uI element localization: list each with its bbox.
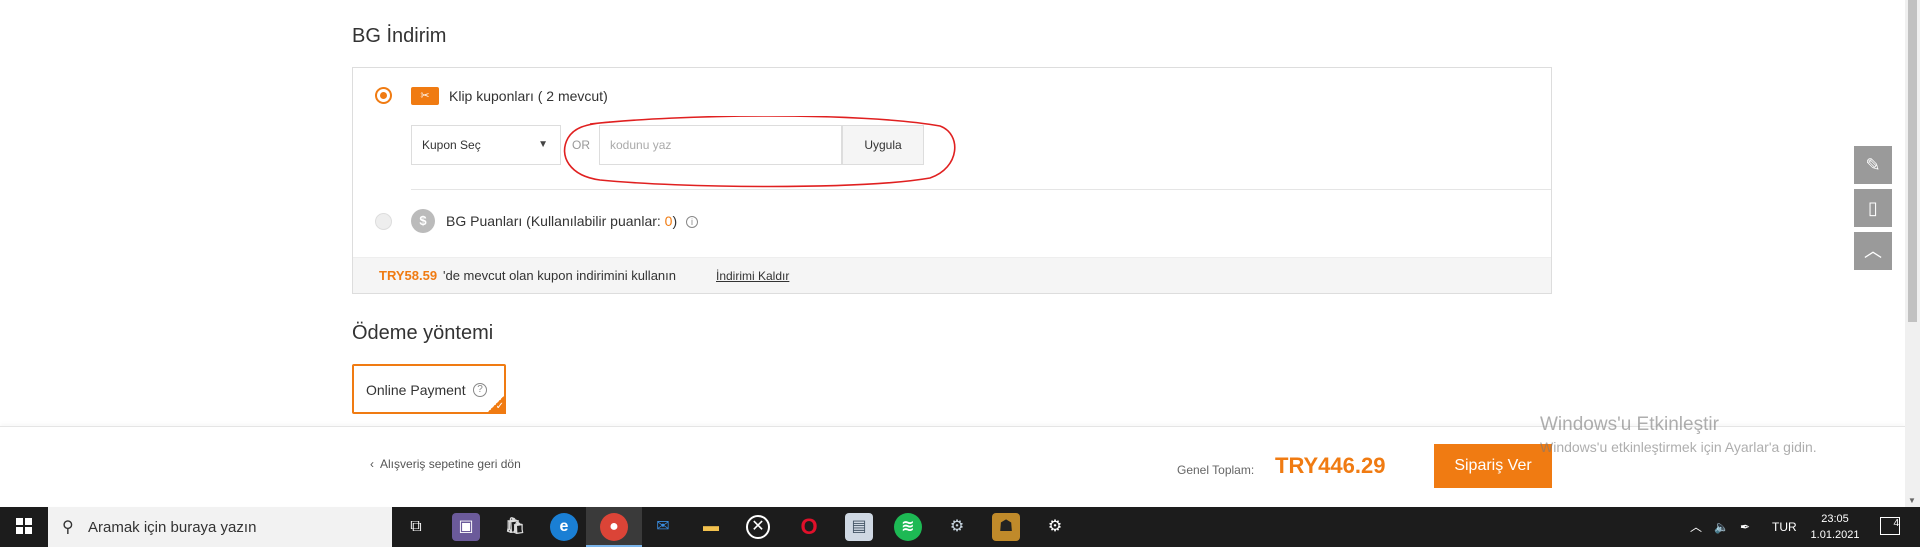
coupon-select-value: Kupon Seç — [422, 138, 481, 152]
discount-amount: TRY58.59 — [379, 268, 438, 283]
coupon-ticket-icon: ✂ — [411, 87, 439, 105]
taskbar-search-placeholder: Aramak için buraya yazın — [88, 519, 257, 536]
activation-watermark-title: Windows'u Etkinleştir — [1540, 414, 1719, 435]
taskbar-search[interactable]: ⚲ Aramak için buraya yazın — [48, 507, 392, 547]
windows-taskbar: ⚲ Aramak için buraya yazın ⧉ ▣ 🛍 e ● ✉ ▬… — [0, 507, 1920, 547]
points-option-label: BG Puanları (Kullanılabilir puanlar: 0) — [446, 213, 677, 229]
discount-box: ✂ Klip kuponları ( 2 mevcut) Kupon Seç ▼… — [352, 67, 1552, 294]
checkmark-icon: ✓ — [486, 394, 506, 414]
task-view-icon[interactable]: ⧉ — [402, 513, 430, 541]
scroll-top-icon[interactable]: ︿ — [1854, 232, 1892, 270]
activation-watermark-text: Windows'u etkinleştirmek için Ayarlar'a … — [1540, 439, 1817, 455]
store-icon[interactable]: 🛍 — [501, 513, 529, 541]
grand-total-label: Genel Toplam: — [1177, 463, 1255, 477]
scrollbar-thumb[interactable] — [1908, 0, 1917, 322]
xbox-icon[interactable]: ✕ — [746, 515, 770, 539]
payment-section-title: Ödeme yöntemi — [352, 322, 494, 344]
checkout-page: BG İndirim ✂ Klip kuponları ( 2 mevcut) … — [0, 0, 1920, 547]
steam-icon[interactable]: ⚙ — [943, 513, 971, 541]
language-indicator[interactable]: TUR — [1772, 507, 1797, 547]
pen-icon[interactable]: ✒ — [1740, 507, 1750, 547]
back-to-cart-link[interactable]: ‹ Alışveriş sepetine geri dön — [370, 457, 521, 471]
payment-option-online[interactable]: Online Payment ? ✓ — [352, 364, 506, 414]
apply-coupon-button[interactable]: Uygula — [842, 125, 924, 165]
counter-strike-icon[interactable]: ☗ — [992, 513, 1020, 541]
spotify-icon[interactable]: ≋ — [894, 513, 922, 541]
search-icon: ⚲ — [62, 519, 74, 536]
coupon-radio[interactable] — [375, 87, 392, 104]
edge-icon[interactable]: e — [550, 513, 578, 541]
mobile-phone-icon[interactable]: ▯ — [1854, 189, 1892, 227]
or-label: OR — [572, 138, 590, 152]
scroll-down-arrow-icon[interactable]: ▼ — [1908, 496, 1916, 505]
notification-count: 4 — [1893, 518, 1899, 529]
discount-summary-bar: TRY58.59 'de mevcut olan kupon indirimin… — [353, 257, 1551, 293]
volume-icon[interactable]: 🔈 — [1714, 507, 1729, 547]
settings-gear-icon[interactable]: ⚙ — [1041, 513, 1069, 541]
back-to-cart-label: Alışveriş sepetine geri dön — [380, 457, 521, 471]
points-label-prefix: BG Puanları (Kullanılabilir puanlar: — [446, 213, 665, 229]
caret-down-icon: ▼ — [538, 139, 548, 150]
taskbar-clock[interactable]: 23:05 1.01.2021 — [1800, 511, 1870, 543]
start-button[interactable] — [0, 507, 48, 547]
edit-pencil-icon[interactable]: ✎ — [1854, 146, 1892, 184]
file-explorer-icon[interactable]: ▬ — [697, 513, 725, 541]
tray-chevron-up-icon[interactable]: ︿ — [1690, 507, 1702, 547]
page-scrollbar[interactable]: ▼ — [1905, 0, 1920, 507]
discount-section-title: BG İndirim — [352, 25, 447, 47]
photo-viewer-icon[interactable]: ▤ — [845, 513, 873, 541]
points-radio[interactable] — [375, 213, 392, 230]
place-order-button[interactable]: Sipariş Ver — [1434, 444, 1552, 488]
points-label-suffix: ) — [672, 213, 678, 229]
grand-total-value: TRY446.29 — [1275, 453, 1386, 478]
coupon-code-input[interactable] — [599, 125, 842, 165]
discount-summary-text: 'de mevcut olan kupon indirimini kullanı… — [443, 268, 676, 283]
divider — [411, 189, 1551, 190]
photos-app-icon[interactable]: ▣ — [452, 513, 480, 541]
notification-center-icon[interactable]: 4 — [1880, 517, 1900, 535]
opera-icon[interactable]: O — [795, 513, 823, 541]
clock-date: 1.01.2021 — [1810, 529, 1860, 541]
mail-icon[interactable]: ✉ — [649, 513, 677, 541]
checkout-footer: ‹ Alışveriş sepetine geri dön Genel Topl… — [0, 426, 1905, 506]
coin-icon: $ — [411, 209, 435, 233]
coupon-option-label: Klip kuponları ( 2 mevcut) — [449, 88, 608, 104]
windows-logo-icon — [16, 518, 32, 534]
chrome-icon[interactable]: ● — [600, 513, 628, 541]
payment-option-label: Online Payment — [366, 382, 466, 398]
help-icon[interactable]: ? — [473, 383, 487, 397]
clock-time: 23:05 — [1821, 513, 1849, 525]
info-icon[interactable]: i — [686, 216, 698, 228]
remove-discount-link[interactable]: İndirimi Kaldır — [716, 269, 789, 283]
coupon-select[interactable]: Kupon Seç ▼ — [411, 125, 561, 165]
